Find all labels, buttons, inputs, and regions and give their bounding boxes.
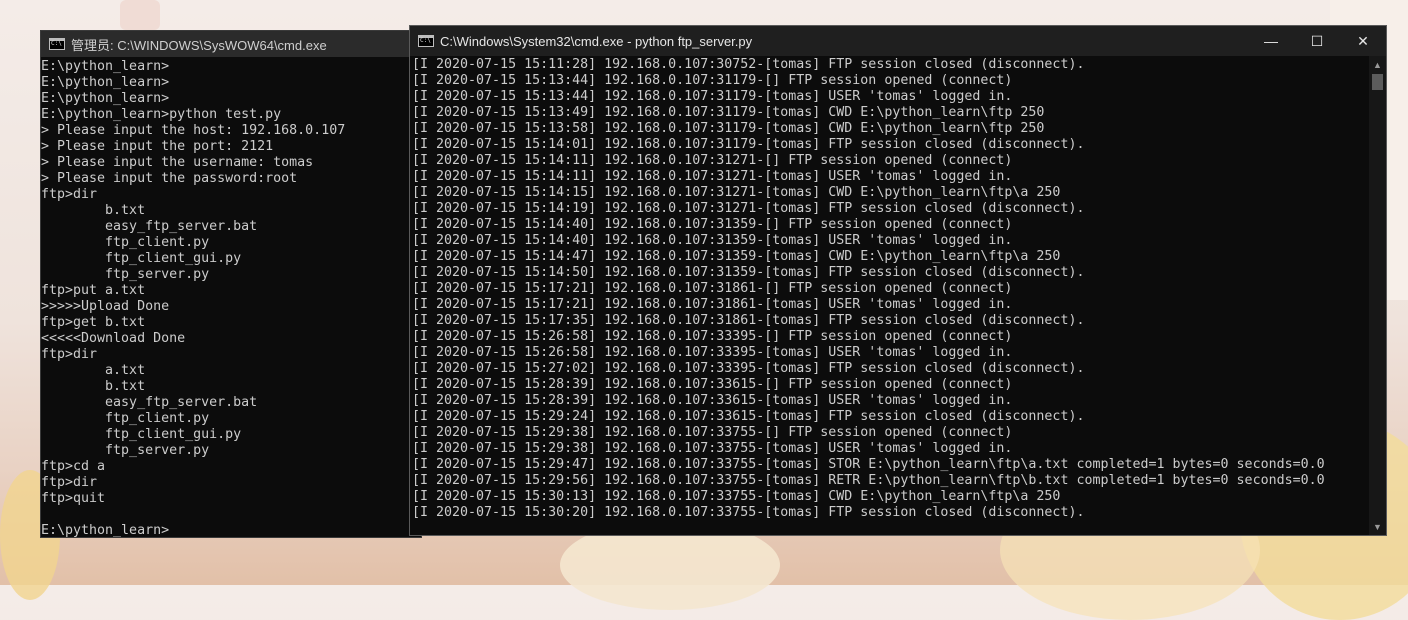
- console-line: [I 2020-07-15 15:14:47] 192.168.0.107:31…: [412, 249, 1061, 264]
- wallpaper-shape: [120, 0, 160, 30]
- console-line: [I 2020-07-15 15:17:35] 192.168.0.107:31…: [412, 313, 1085, 328]
- console-line: [I 2020-07-15 15:30:20] 192.168.0.107:33…: [412, 505, 1085, 520]
- console-line: [I 2020-07-15 15:14:50] 192.168.0.107:31…: [412, 265, 1085, 280]
- console-line: [I 2020-07-15 15:29:56] 192.168.0.107:33…: [412, 473, 1325, 488]
- console-line: >>>>>Upload Done: [41, 299, 170, 314]
- console-line: [I 2020-07-15 15:13:58] 192.168.0.107:31…: [412, 121, 1045, 136]
- cmd-window-client[interactable]: 管理员: C:\WINDOWS\SysWOW64\cmd.exe E:\pyth…: [40, 30, 422, 538]
- title-bar[interactable]: C:\Windows\System32\cmd.exe - python ftp…: [410, 26, 1386, 56]
- console-line: [I 2020-07-15 15:11:28] 192.168.0.107:30…: [412, 57, 1085, 72]
- console-line: [I 2020-07-15 15:28:39] 192.168.0.107:33…: [412, 377, 1013, 392]
- console-line: [I 2020-07-15 15:30:13] 192.168.0.107:33…: [412, 489, 1061, 504]
- console-line: [I 2020-07-15 15:29:38] 192.168.0.107:33…: [412, 441, 1013, 456]
- console-line: [I 2020-07-15 15:14:11] 192.168.0.107:31…: [412, 169, 1013, 184]
- console-line: E:\python_learn>: [41, 523, 170, 537]
- window-title: C:\Windows\System32\cmd.exe - python ftp…: [440, 33, 753, 49]
- vertical-scrollbar[interactable]: ▲ ▼: [1369, 56, 1386, 535]
- console-line: E:\python_learn>python test.py: [41, 107, 282, 122]
- console-line: [I 2020-07-15 15:17:21] 192.168.0.107:31…: [412, 281, 1013, 296]
- console-output[interactable]: E:\python_learn> E:\python_learn> E:\pytho…: [41, 57, 421, 537]
- console-line: [I 2020-07-15 15:14:15] 192.168.0.107:31…: [412, 185, 1061, 200]
- console-line: ftp>quit: [41, 491, 106, 506]
- console-line: ftp_client.py: [41, 411, 210, 426]
- console-output[interactable]: [I 2020-07-15 15:11:28] 192.168.0.107:30…: [410, 56, 1369, 535]
- console-line: [I 2020-07-15 15:14:19] 192.168.0.107:31…: [412, 201, 1085, 216]
- console-line: [I 2020-07-15 15:29:47] 192.168.0.107:33…: [412, 457, 1325, 472]
- console-line: [I 2020-07-15 15:26:58] 192.168.0.107:33…: [412, 345, 1013, 360]
- console-line: E:\python_learn>: [41, 91, 170, 106]
- console-line: [I 2020-07-15 15:17:21] 192.168.0.107:31…: [412, 297, 1013, 312]
- maximize-button[interactable]: ☐: [1294, 26, 1340, 56]
- console-line: ftp_client_gui.py: [41, 427, 242, 442]
- console-line: ftp>dir: [41, 187, 98, 202]
- console-line: [I 2020-07-15 15:26:58] 192.168.0.107:33…: [412, 329, 1013, 344]
- console-line: [I 2020-07-15 15:14:01] 192.168.0.107:31…: [412, 137, 1085, 152]
- console-line: [I 2020-07-15 15:14:11] 192.168.0.107:31…: [412, 153, 1013, 168]
- console-line: easy_ftp_server.bat: [41, 395, 258, 410]
- console-line: ftp_client_gui.py: [41, 251, 242, 266]
- console-line: a.txt: [41, 363, 146, 378]
- console-line: [I 2020-07-15 15:27:02] 192.168.0.107:33…: [412, 361, 1085, 376]
- cmd-window-server[interactable]: C:\Windows\System32\cmd.exe - python ftp…: [409, 25, 1387, 536]
- console-line: ftp_client.py: [41, 235, 210, 250]
- console-line: ftp_server.py: [41, 267, 210, 282]
- console-line: ftp>dir: [41, 347, 98, 362]
- console-line: ftp_server.py: [41, 443, 210, 458]
- console-line: [I 2020-07-15 15:13:44] 192.168.0.107:31…: [412, 73, 1013, 88]
- title-bar[interactable]: 管理员: C:\WINDOWS\SysWOW64\cmd.exe: [41, 31, 421, 57]
- console-line: [I 2020-07-15 15:29:38] 192.168.0.107:33…: [412, 425, 1013, 440]
- console-line: E:\python_learn>: [41, 75, 170, 90]
- console-line: ftp>cd a: [41, 459, 106, 474]
- scroll-down-arrow-icon[interactable]: ▼: [1369, 518, 1386, 535]
- minimize-button[interactable]: —: [1248, 26, 1294, 56]
- console-line: ftp>dir: [41, 475, 98, 490]
- console-line: > Please input the password:root: [41, 171, 298, 186]
- console-line: <<<<<Download Done: [41, 331, 186, 346]
- console-line: [I 2020-07-15 15:14:40] 192.168.0.107:31…: [412, 233, 1013, 248]
- scroll-up-arrow-icon[interactable]: ▲: [1369, 56, 1386, 73]
- console-line: [I 2020-07-15 15:29:24] 192.168.0.107:33…: [412, 409, 1085, 424]
- console-line: [I 2020-07-15 15:28:39] 192.168.0.107:33…: [412, 393, 1013, 408]
- console-line: easy_ftp_server.bat: [41, 219, 258, 234]
- console-line: > Please input the port: 2121: [41, 139, 274, 154]
- console-line: [I 2020-07-15 15:13:44] 192.168.0.107:31…: [412, 89, 1013, 104]
- console-line: E:\python_learn>: [41, 59, 170, 74]
- console-line: [I 2020-07-15 15:14:40] 192.168.0.107:31…: [412, 217, 1013, 232]
- console-line: b.txt: [41, 203, 146, 218]
- console-line: > Please input the username: tomas: [41, 155, 314, 170]
- scrollbar-thumb[interactable]: [1372, 74, 1383, 90]
- window-title: 管理员: C:\WINDOWS\SysWOW64\cmd.exe: [71, 37, 327, 53]
- console-line: [I 2020-07-15 15:13:49] 192.168.0.107:31…: [412, 105, 1045, 120]
- console-line: b.txt: [41, 379, 146, 394]
- cmd-icon: [49, 38, 65, 50]
- cmd-icon: [418, 35, 434, 47]
- close-button[interactable]: ✕: [1340, 26, 1386, 56]
- console-line: > Please input the host: 192.168.0.107: [41, 123, 346, 138]
- console-line: ftp>put a.txt: [41, 283, 146, 298]
- console-line: ftp>get b.txt: [41, 315, 146, 330]
